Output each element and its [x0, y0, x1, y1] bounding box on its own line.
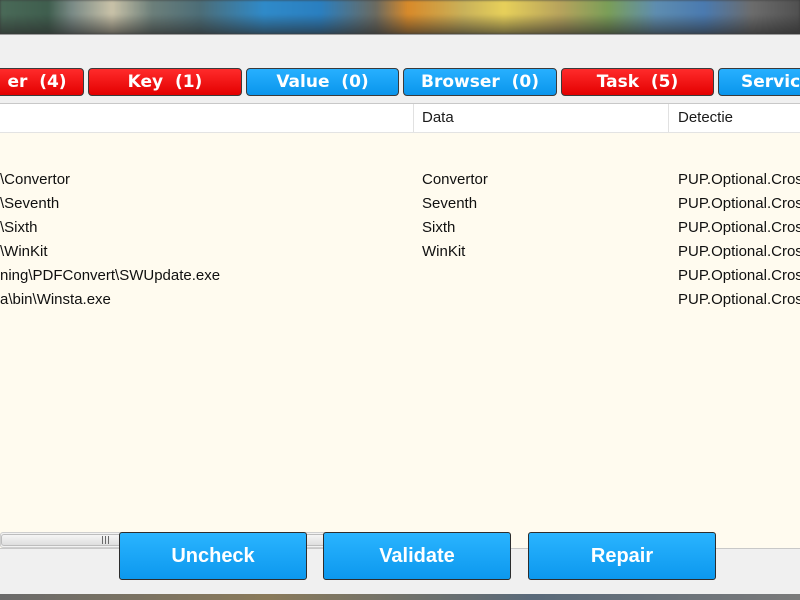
table-row[interactable]: \WinKit WinKit PUP.Optional.Cros — [0, 240, 800, 264]
cell-path: \WinKit — [0, 243, 48, 260]
cell-detectie: PUP.Optional.Cros — [678, 291, 800, 308]
list-header: Data Detectie — [0, 104, 800, 133]
tab-key[interactable]: Key (1) — [88, 68, 242, 96]
uncheck-button[interactable]: Uncheck — [119, 532, 307, 580]
desktop-background — [0, 0, 800, 34]
column-divider[interactable] — [413, 104, 414, 132]
cell-data: Convertor — [422, 171, 488, 188]
cell-path: \Seventh — [0, 195, 60, 212]
tab-value[interactable]: Value (0) — [246, 68, 399, 96]
column-header-detectie[interactable]: Detectie — [678, 104, 800, 132]
cell-path: \Sixth — [0, 219, 38, 236]
grip-icon — [102, 536, 114, 545]
cell-data — [422, 264, 662, 288]
column-divider[interactable] — [668, 104, 669, 132]
repair-button[interactable]: Repair — [528, 532, 716, 580]
cell-detectie: PUP.Optional.Cros — [678, 195, 800, 212]
column-header-path[interactable] — [0, 104, 412, 132]
cell-path: a\bin\Winsta.exe — [0, 291, 111, 308]
cell-data: Seventh — [422, 195, 478, 212]
table-row[interactable]: \Sixth Sixth PUP.Optional.Cros — [0, 216, 800, 240]
cell-path: \Convertor — [0, 171, 71, 188]
cell-data: Sixth — [422, 219, 456, 236]
results-list[interactable]: Data Detectie \Convertor Convertor PUP.O… — [0, 103, 800, 549]
table-row[interactable]: \Seventh Seventh PUP.Optional.Cros — [0, 192, 800, 216]
cell-detectie: PUP.Optional.Cros — [678, 243, 800, 260]
tab-folder[interactable]: er (4) — [0, 68, 84, 96]
scanner-results-window: er (4) Key (1) Value (0) Browser (0) Tas… — [0, 34, 800, 595]
cell-detectie: PUP.Optional.Cros — [678, 171, 800, 188]
cell-path: ning\PDFConvert\SWUpdate.exe — [0, 267, 221, 284]
cell-detectie: PUP.Optional.Cros — [678, 219, 800, 236]
desktop-background-bottom — [0, 594, 800, 600]
tab-service[interactable]: Servic — [718, 68, 800, 96]
table-row[interactable]: a\bin\Winsta.exe PUP.Optional.Cros — [0, 288, 800, 312]
validate-button[interactable]: Validate — [323, 532, 511, 580]
column-header-data[interactable]: Data — [422, 104, 662, 132]
table-row[interactable]: ning\PDFConvert\SWUpdate.exe PUP.Optiona… — [0, 264, 800, 288]
tab-browser[interactable]: Browser (0) — [403, 68, 557, 96]
cell-data: WinKit — [422, 243, 466, 260]
tab-task[interactable]: Task (5) — [561, 68, 714, 96]
category-tabs: er (4) Key (1) Value (0) Browser (0) Tas… — [0, 68, 800, 98]
table-row[interactable]: \Convertor Convertor PUP.Optional.Cros — [0, 168, 800, 192]
cell-detectie: PUP.Optional.Cros — [678, 267, 800, 284]
cell-data — [422, 288, 662, 312]
